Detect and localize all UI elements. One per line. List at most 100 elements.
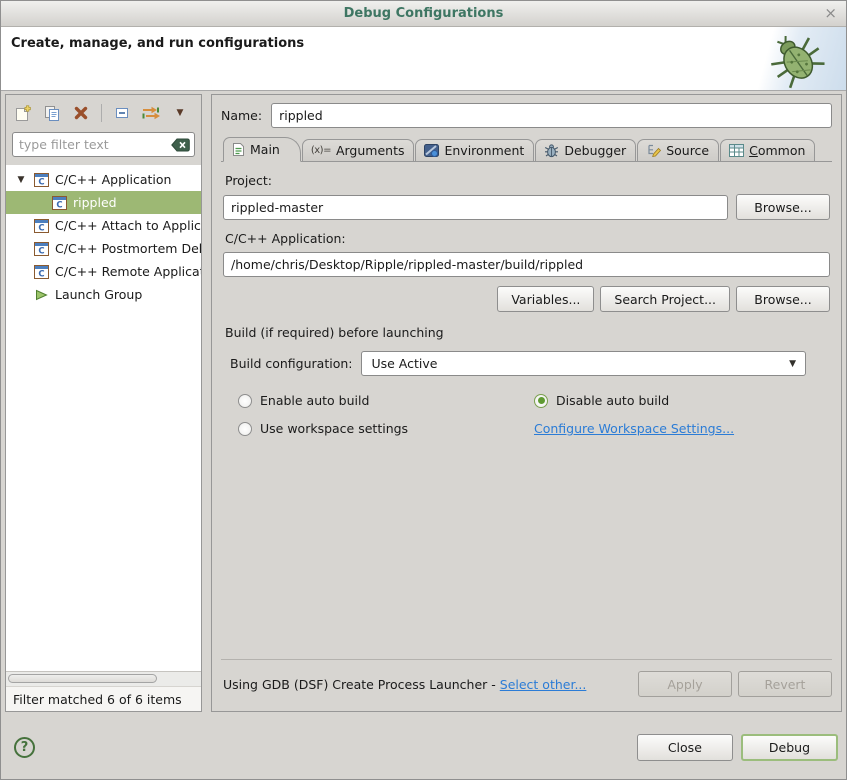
tree-item-label: C/C++ Attach to Application: [55, 218, 201, 233]
tree-item-label: C/C++ Remote Application: [55, 264, 201, 279]
configurations-panel: ▼ ▼ C: [5, 94, 202, 712]
configure-workspace-settings-link[interactable]: Configure Workspace Settings...: [534, 421, 734, 436]
tree-item-cpp-postmortem[interactable]: C C/C++ Postmortem Debugger: [6, 237, 201, 260]
name-label: Name:: [221, 108, 262, 123]
c-application-icon: C: [52, 196, 67, 210]
select-other-link[interactable]: Select other...: [500, 677, 587, 692]
main-area: ▼ ▼ C: [1, 91, 846, 715]
tree-item-cpp-remote[interactable]: C C/C++ Remote Application: [6, 260, 201, 283]
application-path-input[interactable]: [223, 252, 830, 277]
expander-icon[interactable]: ▼: [14, 175, 28, 185]
help-icon[interactable]: ?: [14, 737, 35, 758]
radio-enable-auto-build[interactable]: Enable auto build: [238, 393, 534, 408]
environment-tab-icon: [424, 144, 439, 157]
search-project-button[interactable]: Search Project...: [600, 286, 730, 312]
close-button[interactable]: Close: [637, 734, 733, 761]
tab-environment[interactable]: Environment: [415, 139, 534, 162]
window-title: Debug Configurations: [344, 6, 504, 21]
revert-button[interactable]: Revert: [738, 671, 832, 697]
configuration-form-panel: Name: Main (x)= Arguments: [211, 94, 842, 712]
launch-group-icon: [34, 288, 49, 302]
main-tab-icon: [232, 142, 245, 157]
arguments-icon: (x)=: [311, 145, 331, 156]
build-section-label: Build (if required) before launching: [225, 325, 830, 340]
tab-bar: Main (x)= Arguments Environment: [221, 137, 832, 161]
tab-debugger[interactable]: Debugger: [535, 139, 636, 162]
bug-icon: [766, 29, 828, 91]
build-configuration-label: Build configuration:: [230, 356, 352, 371]
menu-dropdown-icon: ▼: [177, 108, 184, 118]
filter-input[interactable]: [12, 132, 195, 157]
scrollbar-thumb[interactable]: [8, 674, 157, 683]
c-application-icon: C: [34, 219, 49, 233]
filter-status: Filter matched 6 of 6 items: [6, 686, 201, 711]
new-configuration-icon: [14, 105, 32, 122]
duplicate-button[interactable]: [42, 103, 62, 123]
c-application-icon: C: [34, 173, 49, 187]
tab-main[interactable]: Main: [223, 137, 301, 162]
tree-item-cpp-attach[interactable]: C C/C++ Attach to Application: [6, 214, 201, 237]
new-configuration-button[interactable]: [13, 103, 33, 123]
tab-common[interactable]: Common: [720, 139, 815, 162]
svg-text:C: C: [56, 200, 62, 210]
variables-button[interactable]: Variables...: [497, 286, 594, 312]
radio-use-workspace-settings[interactable]: Use workspace settings: [238, 421, 534, 436]
common-tab-icon: [729, 144, 744, 157]
toolbar-separator: [101, 104, 102, 122]
radio-disable-auto-build[interactable]: Disable auto build: [534, 393, 830, 408]
header-banner: Create, manage, and run configurations: [1, 27, 846, 91]
svg-text:C: C: [38, 246, 44, 256]
radio-button-icon[interactable]: [238, 394, 252, 408]
tree-item-label: Launch Group: [55, 287, 142, 302]
debug-configurations-dialog: Debug Configurations × Create, manage, a…: [0, 0, 847, 780]
configurations-tree: ▼ C C/C++ Application C rippled C: [6, 165, 201, 671]
banner-heading: Create, manage, and run configurations: [11, 36, 304, 51]
application-label: C/C++ Application:: [225, 231, 830, 246]
main-tab-content: Project: Browse... C/C++ Application: Va…: [221, 161, 832, 659]
apply-button[interactable]: Apply: [638, 671, 732, 697]
radio-button-icon[interactable]: [238, 422, 252, 436]
svg-text:C: C: [38, 269, 44, 279]
svg-text:C: C: [38, 177, 44, 187]
c-application-icon: C: [34, 242, 49, 256]
filter-button[interactable]: [141, 103, 161, 123]
clear-filter-icon[interactable]: [171, 138, 190, 155]
tree-item-launch-group[interactable]: Launch Group: [6, 283, 201, 306]
delete-button[interactable]: [71, 103, 91, 123]
tab-arguments[interactable]: (x)= Arguments: [302, 139, 415, 162]
collapse-all-icon: [114, 105, 130, 121]
source-tab-icon: [646, 143, 661, 157]
project-browse-button[interactable]: Browse...: [736, 194, 830, 220]
name-input[interactable]: [271, 103, 832, 128]
application-browse-button[interactable]: Browse...: [736, 286, 830, 312]
chevron-down-icon: ▼: [789, 359, 796, 369]
project-label: Project:: [225, 173, 830, 188]
c-application-icon: C: [34, 265, 49, 279]
launcher-text: Using GDB (DSF) Create Process Launcher …: [223, 677, 496, 692]
launcher-row: Using GDB (DSF) Create Process Launcher …: [221, 659, 832, 705]
tree-item-cpp-application[interactable]: ▼ C C/C++ Application: [6, 168, 201, 191]
build-configuration-select[interactable]: Use Active ▼: [361, 351, 806, 376]
toolbar-menu-button[interactable]: ▼: [170, 103, 190, 123]
tree-item-label: rippled: [73, 195, 117, 210]
dialog-button-bar: ? Close Debug: [1, 715, 846, 779]
svg-text:C: C: [38, 223, 44, 233]
debugger-tab-icon: [544, 143, 559, 158]
collapse-all-button[interactable]: [112, 103, 132, 123]
titlebar[interactable]: Debug Configurations ×: [1, 1, 846, 27]
tree-horizontal-scrollbar[interactable]: [6, 671, 201, 686]
tab-source[interactable]: Source: [637, 139, 719, 162]
delete-icon: [73, 105, 89, 121]
filter-area: [6, 131, 201, 165]
close-icon[interactable]: ×: [824, 5, 837, 21]
duplicate-icon: [43, 105, 61, 122]
launch-toolbar: ▼: [6, 95, 201, 131]
build-configuration-value: Use Active: [371, 356, 437, 371]
debug-button[interactable]: Debug: [741, 734, 838, 761]
tree-item-label: C/C++ Application: [55, 172, 171, 187]
radio-button-selected-icon[interactable]: [534, 394, 548, 408]
tree-item-rippled[interactable]: C rippled: [6, 191, 201, 214]
tree-item-label: C/C++ Postmortem Debugger: [55, 241, 201, 256]
filter-icon: [141, 105, 161, 121]
project-input[interactable]: [223, 195, 728, 220]
